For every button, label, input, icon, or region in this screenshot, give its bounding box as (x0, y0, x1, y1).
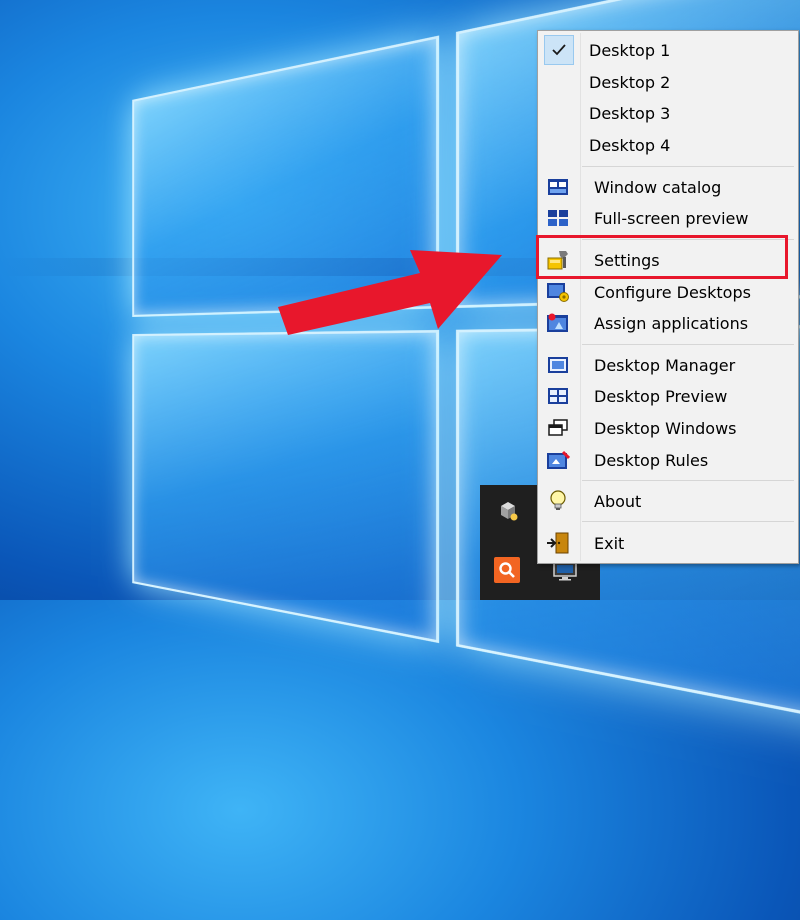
menu-item-label: Desktop Preview (594, 387, 727, 406)
window-catalog-icon (546, 175, 570, 199)
menu-item-label: Desktop 3 (589, 104, 670, 123)
menu-item-configure-desktops[interactable]: Configure Desktops (540, 277, 796, 307)
menu-item-desktop-3[interactable]: Desktop 3 (540, 98, 796, 128)
menu-item-desktop-2[interactable]: Desktop 2 (540, 67, 796, 97)
menu-item-desktop-windows[interactable]: Desktop Windows (540, 413, 796, 443)
menu-item-desktop-4[interactable]: Desktop 4 (540, 130, 796, 160)
menu-item-label: Full-screen preview (594, 209, 748, 228)
menu-item-label: Desktop 4 (589, 136, 670, 155)
menu-separator (582, 521, 794, 522)
menu-separator (582, 344, 794, 345)
desktop-manager-icon (546, 353, 570, 377)
menu-separator (582, 480, 794, 481)
menu-item-label: Desktop Rules (594, 451, 708, 470)
lightbulb-icon (546, 489, 570, 513)
desktop-windows-icon (546, 416, 570, 440)
annotation-arrow (270, 235, 510, 345)
menu-item-label: About (594, 492, 641, 511)
menu-item-fullscreen-preview[interactable]: Full-screen preview (540, 203, 796, 233)
exit-door-icon (546, 531, 570, 555)
checkmark-icon (544, 35, 574, 65)
menu-item-label: Desktop Manager (594, 356, 735, 375)
menu-item-label: Configure Desktops (594, 283, 751, 302)
desktop-preview-icon (546, 384, 570, 408)
logo-pane (132, 330, 439, 643)
menu-item-label: Desktop 2 (589, 73, 670, 92)
menu-item-label: Desktop Windows (594, 419, 737, 438)
fullscreen-preview-icon (546, 206, 570, 230)
menu-item-desktop-preview[interactable]: Desktop Preview (540, 381, 796, 411)
assign-applications-icon (546, 311, 570, 335)
menu-item-assign-applications[interactable]: Assign applications (540, 308, 796, 338)
menu-item-label: Exit (594, 534, 624, 553)
menu-item-desktop-1[interactable]: Desktop 1 (540, 35, 796, 65)
menu-item-about[interactable]: About (540, 486, 796, 516)
search-app-icon[interactable] (494, 557, 520, 583)
settings-highlight-box (536, 235, 788, 279)
menu-item-label: Assign applications (594, 314, 748, 333)
virtual-desktop-context-menu: Desktop 1 Desktop 2 Desktop 3 Desktop 4 … (537, 30, 799, 564)
menu-item-desktop-rules[interactable]: Desktop Rules (540, 445, 796, 475)
menu-item-exit[interactable]: Exit (540, 528, 796, 558)
menu-item-label: Window catalog (594, 178, 721, 197)
menu-item-window-catalog[interactable]: Window catalog (540, 172, 796, 202)
menu-separator (582, 166, 794, 167)
configure-desktops-icon (546, 280, 570, 304)
menu-item-label: Desktop 1 (589, 41, 670, 60)
desktop-rules-icon (546, 448, 570, 472)
virtual-machine-icon[interactable] (494, 497, 522, 525)
menu-item-desktop-manager[interactable]: Desktop Manager (540, 350, 796, 380)
